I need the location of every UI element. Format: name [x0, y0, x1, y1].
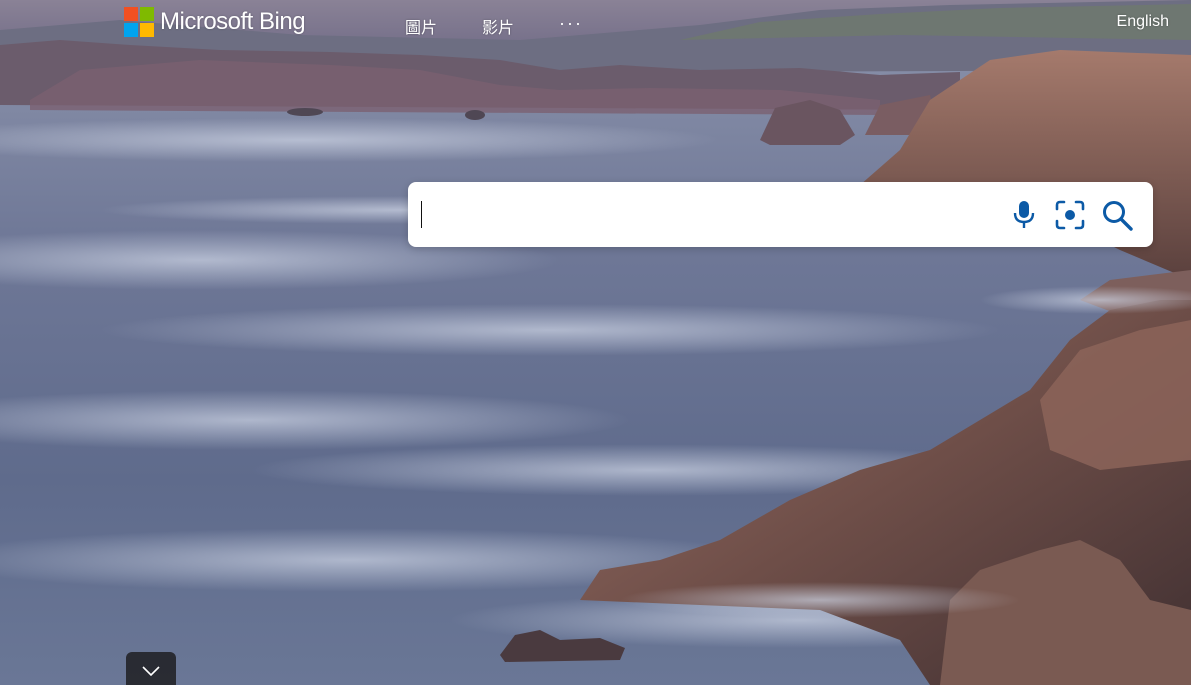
brand-name: Microsoft Bing: [160, 8, 306, 35]
scroll-down-button[interactable]: [126, 652, 176, 685]
logo-square-blue: [124, 23, 138, 37]
nav-images-link[interactable]: 圖片: [405, 14, 437, 38]
logo-square-red: [124, 7, 138, 21]
background-image: [0, 0, 1191, 685]
search-icon[interactable]: [1100, 198, 1134, 232]
microsoft-logo-icon: [124, 7, 154, 37]
top-nav: 圖片 影片 ···: [405, 14, 583, 38]
search-box: [408, 182, 1153, 247]
logo-square-yellow: [140, 23, 154, 37]
search-input[interactable]: [420, 196, 994, 234]
microphone-icon[interactable]: [1007, 198, 1041, 232]
nav-videos-link[interactable]: 影片: [482, 14, 514, 38]
visual-search-icon[interactable]: [1053, 198, 1087, 232]
language-link[interactable]: English: [1117, 13, 1169, 31]
coastal-landscape: [0, 0, 1191, 685]
text-caret: [421, 201, 422, 228]
bing-logo[interactable]: Microsoft Bing: [124, 7, 306, 37]
logo-square-green: [140, 7, 154, 21]
top-header: Microsoft Bing 圖片 影片 ··· English: [0, 0, 1191, 46]
more-options-button[interactable]: ···: [559, 14, 583, 32]
chevron-down-icon: [142, 666, 160, 676]
